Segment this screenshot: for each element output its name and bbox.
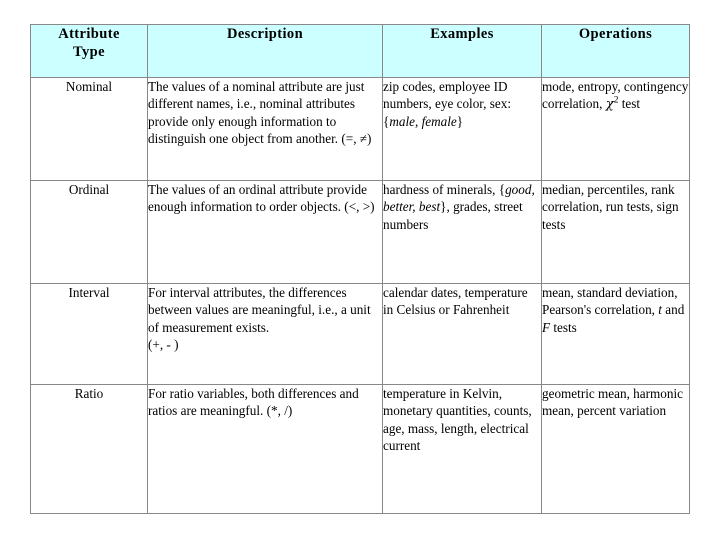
table-header-row: Attribute Type Description Examples Oper… — [30, 24, 690, 78]
attribute-type-table: Attribute Type Description Examples Oper… — [30, 24, 690, 514]
attribute-type-table-container: Attribute Type Description Examples Oper… — [30, 24, 690, 514]
cell-attribute-type: Nominal — [30, 77, 148, 181]
description-text: The values of an ordinal attribute provi… — [148, 182, 375, 215]
cell-attribute-type: Ratio — [30, 384, 148, 514]
chi-symbol: χ — [605, 97, 614, 113]
cell-operations: mode, entropy, contingency correlation, … — [541, 77, 690, 181]
column-header-description: Description — [147, 24, 383, 78]
operations-text: median, percentiles, rank correlation, r… — [542, 182, 679, 232]
cell-description: The values of a nominal attribute are ju… — [147, 77, 383, 181]
description-operators: (+, - ) — [148, 337, 179, 353]
operations-text-tail: tests — [550, 319, 577, 335]
cell-operations: median, percentiles, rank correlation, r… — [541, 180, 690, 284]
column-header-attribute-type: Attribute Type — [30, 24, 148, 78]
column-header-operations-label: Operations — [578, 26, 653, 42]
cell-operations: mean, standard deviation, Pearson's corr… — [541, 283, 690, 385]
operations-italic-f: F — [542, 319, 551, 335]
cell-examples: hardness of minerals, {good, better, bes… — [382, 180, 542, 284]
column-header-description-label: Description — [226, 26, 304, 42]
cell-examples: calendar dates, temperature in Celsius o… — [382, 283, 542, 385]
cell-description: The values of an ordinal attribute provi… — [147, 180, 383, 284]
table-row: Ratio For ratio variables, both differen… — [30, 384, 690, 514]
table-header: Attribute Type Description Examples Oper… — [30, 24, 690, 78]
cell-description: For ratio variables, both differences an… — [147, 384, 383, 514]
cell-examples: zip codes, employee ID numbers, eye colo… — [382, 77, 542, 181]
operations-text-mid: and — [661, 302, 685, 318]
examples-text: calendar dates, temperature in Celsius o… — [383, 285, 528, 318]
operations-text-tail: test — [618, 96, 641, 112]
table-body: Nominal The values of a nominal attribut… — [30, 77, 690, 514]
cell-operations: geometric mean, harmonic mean, percent v… — [541, 384, 690, 514]
cell-attribute-type: Interval — [30, 283, 148, 385]
examples-text: hardness of minerals, { — [383, 182, 506, 197]
table-row: Nominal The values of a nominal attribut… — [30, 77, 690, 181]
description-text: The values of a nominal attribute are ju… — [148, 79, 372, 147]
cell-examples: temperature in Kelvin, monetary quantiti… — [382, 384, 542, 514]
examples-text-tail: } — [456, 113, 464, 129]
column-header-examples: Examples — [382, 24, 542, 78]
column-header-examples-label: Examples — [430, 26, 494, 42]
column-header-attribute-type-line-1: Attribute — [58, 26, 120, 42]
cell-attribute-type: Ordinal — [30, 180, 148, 284]
cell-description: For interval attributes, the differences… — [147, 283, 383, 385]
operations-text: geometric mean, harmonic mean, percent v… — [542, 386, 683, 419]
description-text: For interval attributes, the differences… — [148, 285, 371, 335]
description-text: For ratio variables, both differences an… — [148, 386, 359, 419]
examples-text: temperature in Kelvin, monetary quantiti… — [383, 386, 532, 454]
column-header-attribute-type-line-2: Type — [73, 44, 105, 61]
table-row: Ordinal The values of an ordinal attribu… — [30, 180, 690, 284]
column-header-operations: Operations — [541, 24, 690, 78]
examples-italic-text: male, female — [389, 113, 457, 129]
table-row: Interval For interval attributes, the di… — [30, 283, 690, 385]
